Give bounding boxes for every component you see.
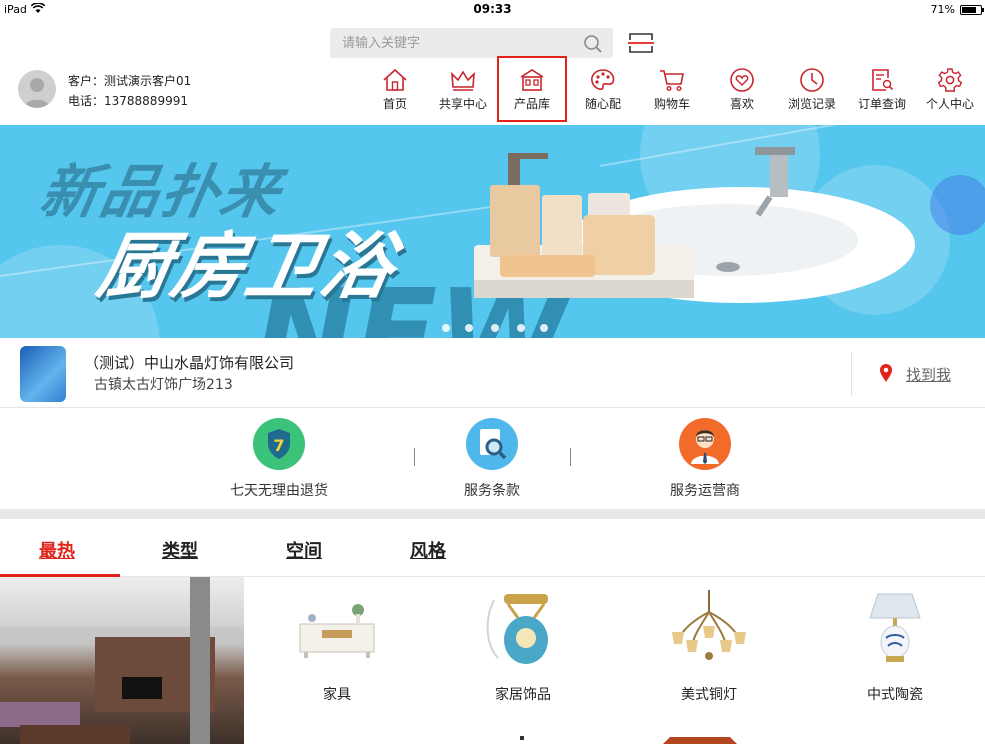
nav-label: 随心配	[584, 97, 621, 111]
service-row: 7 七天无理由退货 服务条款 服务运营商	[0, 408, 985, 510]
ceramic-lamp-image	[850, 590, 940, 666]
nav-label: 首页	[382, 97, 407, 111]
room-pillar	[190, 577, 210, 744]
nav-item-history[interactable]: 浏览记录	[777, 64, 847, 120]
divider	[570, 448, 571, 466]
status-bar: iPad 09:33 71%	[0, 0, 985, 20]
carousel-dot[interactable]	[442, 324, 450, 332]
operator-avatar-icon	[679, 418, 731, 470]
promo-banner[interactable]: NEW 新品扑来 厨房卫浴	[0, 125, 985, 338]
category-home-decor[interactable]: 家居饰品	[433, 590, 613, 704]
category-chinese-ceramics[interactable]: 中式陶瓷	[805, 590, 985, 704]
bathroom-product-illustration	[474, 147, 915, 303]
scan-icon[interactable]	[628, 31, 654, 55]
customer-name: 客户：测试演示客户01	[68, 74, 192, 88]
room-tv	[122, 677, 162, 699]
nav-label: 产品库	[513, 97, 550, 111]
nav-label: 购物车	[653, 97, 690, 111]
service-return-policy[interactable]: 7 七天无理由退货	[199, 418, 359, 500]
store-icon	[520, 69, 544, 91]
nav-item-cart[interactable]: 购物车	[637, 64, 707, 120]
avatar[interactable]	[18, 70, 56, 108]
banner-headline-2: 厨房卫浴	[91, 224, 403, 308]
battery-icon	[960, 5, 984, 15]
search-bar	[330, 28, 613, 58]
banner-decor	[930, 175, 985, 235]
category-tabs: 最热 类型 空间 风格	[0, 519, 985, 577]
category-label: 中式陶瓷	[867, 687, 923, 703]
user-silhouette-icon	[24, 78, 50, 108]
shield-7-icon: 7	[253, 418, 305, 470]
service-label: 服务条款	[464, 483, 520, 499]
location-pin-icon	[880, 364, 892, 382]
document-search-icon	[466, 418, 518, 470]
nav-label: 共享中心	[438, 97, 487, 111]
category-label: 家具	[323, 687, 351, 703]
palette-icon	[591, 69, 615, 90]
gear-icon	[937, 68, 963, 92]
service-label: 服务运营商	[670, 483, 740, 499]
carousel-dot[interactable]	[465, 324, 473, 332]
nav-item-profile[interactable]: 个人中心	[915, 64, 985, 120]
room-table	[20, 725, 130, 744]
search-icon[interactable]	[583, 34, 603, 54]
nav-label: 个人中心	[925, 97, 974, 111]
service-label: 七天无理由退货	[230, 483, 328, 499]
room-sofa	[0, 702, 80, 727]
next-row-preview	[660, 730, 740, 744]
nav-label: 浏览记录	[787, 97, 836, 111]
featured-room-image[interactable]	[0, 577, 244, 744]
carousel-dot[interactable]	[540, 324, 548, 332]
category-label: 家居饰品	[495, 687, 551, 703]
furniture-image	[292, 590, 382, 666]
clock-icon	[800, 68, 824, 92]
service-terms[interactable]: 服务条款	[412, 418, 572, 500]
carousel-indicators	[440, 324, 560, 334]
nav-item-favorites[interactable]: 喜欢	[707, 64, 777, 120]
main-nav: 首页 共享中心 产品库 随心配 购物车 喜欢 浏览记录 订单查询 个人中心	[360, 56, 985, 122]
tab-space[interactable]: 空间	[286, 537, 322, 563]
tab-style[interactable]: 风格	[410, 537, 446, 563]
category-american-copper-lamp[interactable]: 美式铜灯	[619, 590, 799, 704]
heart-icon	[730, 68, 754, 92]
home-icon	[383, 68, 407, 91]
section-gap	[0, 509, 985, 519]
store-name: （测试）中山水晶灯饰有限公司	[84, 354, 295, 372]
copper-lamp-image	[664, 590, 754, 666]
battery-percent: 71%	[930, 3, 955, 16]
tab-type[interactable]: 类型	[162, 537, 198, 563]
category-furniture[interactable]: 家具	[247, 590, 427, 704]
customer-phone: 电话：13788889991	[68, 94, 188, 108]
carousel-dot[interactable]	[517, 324, 525, 332]
svg-text:7: 7	[273, 436, 284, 455]
nav-label: 喜欢	[729, 97, 754, 111]
nav-item-free-match[interactable]: 随心配	[568, 64, 638, 120]
next-row-preview	[518, 730, 526, 744]
category-label: 美式铜灯	[681, 687, 737, 703]
order-search-icon	[872, 69, 894, 91]
divider	[851, 352, 852, 396]
search-input[interactable]	[330, 28, 570, 58]
nav-item-home[interactable]: 首页	[360, 64, 430, 120]
service-operator[interactable]: 服务运营商	[625, 418, 785, 500]
status-time: 09:33	[473, 2, 512, 16]
nav-label: 订单查询	[857, 97, 906, 111]
store-logo	[20, 346, 66, 402]
find-me-link[interactable]: 找到我	[880, 364, 951, 385]
nav-item-product-library[interactable]: 产品库	[497, 56, 567, 122]
store-info: （测试）中山水晶灯饰有限公司 古镇太古灯饰广场213 找到我	[0, 338, 985, 408]
cart-icon	[660, 70, 684, 92]
crown-icon	[451, 70, 475, 91]
nav-item-order-query[interactable]: 订单查询	[847, 64, 917, 120]
store-address: 古镇太古灯饰广场213	[94, 377, 233, 393]
tab-hottest[interactable]: 最热	[39, 537, 75, 563]
nav-item-share-center[interactable]: 共享中心	[428, 64, 498, 120]
home-decor-image	[478, 590, 568, 666]
carousel-dot[interactable]	[491, 324, 499, 332]
